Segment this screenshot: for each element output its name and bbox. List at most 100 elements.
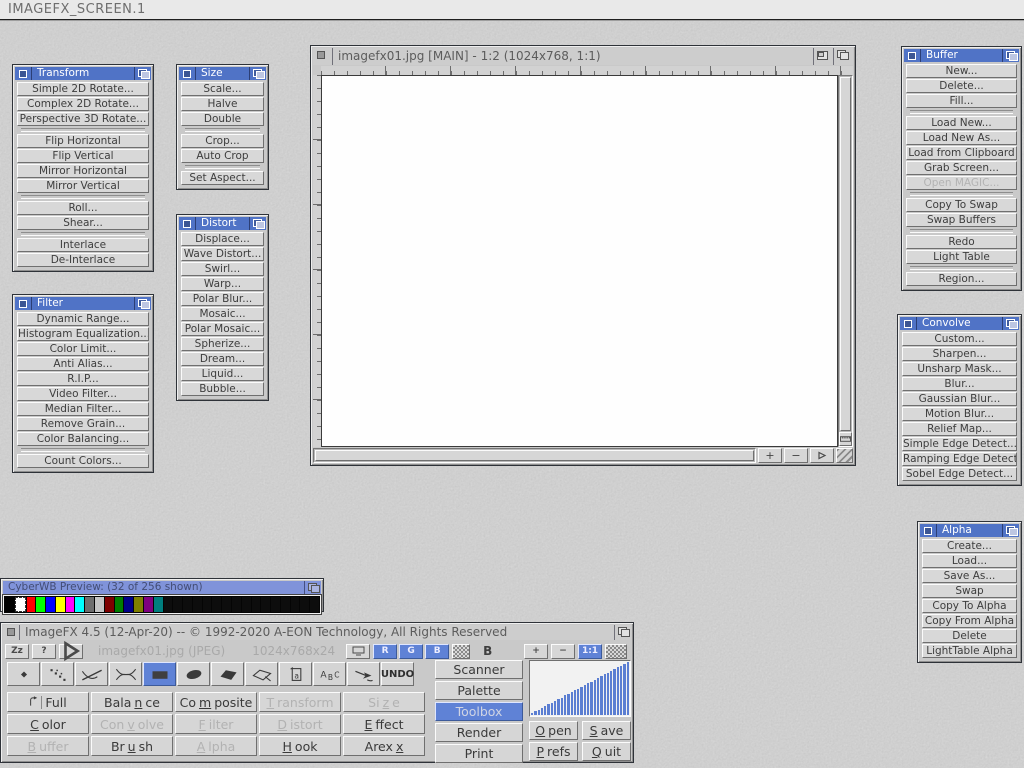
new-button[interactable]: New... (906, 64, 1017, 78)
count-colors-button[interactable]: Count Colors... (17, 454, 149, 468)
buffer-titlebar[interactable]: Buffer (904, 49, 1019, 62)
transform-button[interactable]: Transform (259, 692, 341, 712)
color-swatch[interactable] (105, 597, 114, 612)
mirror-vertical-button[interactable]: Mirror Vertical (17, 179, 149, 193)
curve-tool[interactable] (109, 662, 142, 686)
auto-crop-button[interactable]: Auto Crop (181, 149, 264, 163)
color-swatch[interactable] (300, 597, 309, 612)
size-titlebar[interactable]: Size (179, 67, 266, 80)
depth-gadget[interactable] (249, 217, 266, 230)
sobel-edge-detect-button[interactable]: Sobel Edge Detect... (902, 467, 1017, 481)
screen-titlebar[interactable]: IMAGEFX_SCREEN.1 (0, 0, 1024, 20)
close-gadget[interactable] (179, 217, 196, 230)
depth-gadget[interactable] (304, 581, 321, 594)
g-button[interactable]: G (399, 644, 423, 659)
b-button[interactable]: B (425, 644, 449, 659)
polar-mosaic-button[interactable]: Polar Mosaic... (181, 322, 264, 336)
prefs-button[interactable]: Prefs (529, 742, 578, 761)
scanner-button[interactable]: Scanner (435, 660, 523, 679)
wave-distort-button[interactable]: Wave Distort... (181, 247, 264, 261)
color-swatch[interactable] (203, 597, 212, 612)
halve-button[interactable]: Halve (181, 97, 264, 111)
render-button[interactable]: Render (435, 723, 523, 742)
color-swatch[interactable] (193, 597, 202, 612)
hook-button[interactable]: Hook (259, 736, 341, 756)
line-tool[interactable] (75, 662, 108, 686)
vertical-scrollbar[interactable] (838, 75, 853, 447)
mirror-horizontal-button[interactable]: Mirror Horizontal (17, 164, 149, 178)
depth-gadget[interactable] (134, 67, 151, 80)
zoom-gadget[interactable] (813, 48, 833, 65)
color-swatch[interactable] (154, 597, 163, 612)
save-as-button[interactable]: Save As... (922, 569, 1017, 583)
sharpen-button[interactable]: Sharpen... (902, 347, 1017, 361)
unsharp-mask-button[interactable]: Unsharp Mask... (902, 362, 1017, 376)
palette-titlebar[interactable]: CyberWB Preview: (32 of 256 shown) (3, 581, 321, 594)
convolve-titlebar[interactable]: Convolve (900, 317, 1019, 330)
displace-button[interactable]: Displace... (181, 232, 264, 246)
remove-grain-button[interactable]: Remove Grain... (17, 417, 149, 431)
video-filter-button[interactable]: Video Filter... (17, 387, 149, 401)
undo-button[interactable]: UNDO (381, 662, 414, 686)
color-swatch[interactable] (95, 597, 104, 612)
close-gadget[interactable] (3, 625, 20, 640)
delete-button[interactable]: Delete... (906, 79, 1017, 93)
histogram-equalization-button[interactable]: Histogram Equalization... (17, 327, 149, 341)
color-swatch[interactable] (281, 597, 290, 612)
color-swatch[interactable] (124, 597, 133, 612)
copy-to-swap-button[interactable]: Copy To Swap (906, 198, 1017, 212)
-button[interactable]: − (551, 644, 575, 659)
pattern-preview-button[interactable] (605, 644, 627, 659)
simple-2d-rotate-button[interactable]: Simple 2D Rotate... (17, 82, 149, 96)
color-swatch[interactable] (310, 597, 319, 612)
blur-button[interactable]: Blur... (902, 377, 1017, 391)
help-button[interactable]: ? (32, 644, 56, 659)
color-swatch[interactable] (15, 597, 26, 612)
color-swatch[interactable] (36, 597, 45, 612)
dot-tool[interactable] (7, 662, 40, 686)
balance-button[interactable]: Balance (91, 692, 173, 712)
r-i-p-button[interactable]: R.I.P... (17, 372, 149, 386)
load-from-clipboard-button[interactable]: Load from Clipboard (906, 146, 1017, 160)
color-swatch[interactable] (212, 597, 221, 612)
simple-edge-detect-button[interactable]: Simple Edge Detect... (902, 437, 1017, 451)
text-tool[interactable]: ABC (313, 662, 346, 686)
transform-titlebar[interactable]: Transform (15, 67, 151, 80)
convolve-button[interactable]: Convolve (91, 714, 173, 734)
color-limit-button[interactable]: Color Limit... (17, 342, 149, 356)
color-swatch[interactable] (232, 597, 241, 612)
flip-vertical-button[interactable]: Flip Vertical (17, 149, 149, 163)
copy-to-alpha-button[interactable]: Copy To Alpha (922, 599, 1017, 613)
color-swatch[interactable] (144, 597, 153, 612)
color-button[interactable]: Color (7, 714, 89, 734)
ellipse-tool[interactable] (177, 662, 210, 686)
palette-button[interactable]: Palette (435, 681, 523, 700)
depth-gadget[interactable] (833, 48, 853, 65)
close-gadget[interactable] (313, 48, 333, 65)
horizontal-scrollbar[interactable] (313, 448, 756, 463)
relief-map-button[interactable]: Relief Map... (902, 422, 1017, 436)
polar-blur-button[interactable]: Polar Blur... (181, 292, 264, 306)
polygon-tool[interactable] (211, 662, 244, 686)
bubble-button[interactable]: Bubble... (181, 382, 264, 396)
pan-button[interactable] (810, 448, 834, 463)
close-gadget[interactable] (904, 49, 921, 62)
lighttable-alpha-button[interactable]: LightTable Alpha (922, 644, 1017, 658)
save-button[interactable]: Save (582, 721, 631, 740)
color-swatch[interactable] (271, 597, 280, 612)
ruler-toggle-button[interactable] (839, 432, 852, 446)
image-window-titlebar[interactable]: imagefx01.jpg [MAIN] - 1:2 (1024x768, 1:… (313, 48, 853, 65)
color-swatch[interactable] (291, 597, 300, 612)
light-table-button[interactable]: Light Table (906, 250, 1017, 264)
fill-button[interactable]: Fill... (906, 94, 1017, 108)
perspective-3d-rotate-button[interactable]: Perspective 3D Rotate... (17, 112, 149, 126)
liquid-button[interactable]: Liquid... (181, 367, 264, 381)
filter-button[interactable]: Filter (175, 714, 257, 734)
mosaic-button[interactable]: Mosaic... (181, 307, 264, 321)
dither-toggle-button[interactable] (452, 644, 470, 659)
shape-tool[interactable] (245, 662, 278, 686)
motion-blur-button[interactable]: Motion Blur... (902, 407, 1017, 421)
spherize-button[interactable]: Spherize... (181, 337, 264, 351)
box-tool[interactable] (143, 662, 176, 686)
clipboard-tool[interactable]: a (279, 662, 312, 686)
